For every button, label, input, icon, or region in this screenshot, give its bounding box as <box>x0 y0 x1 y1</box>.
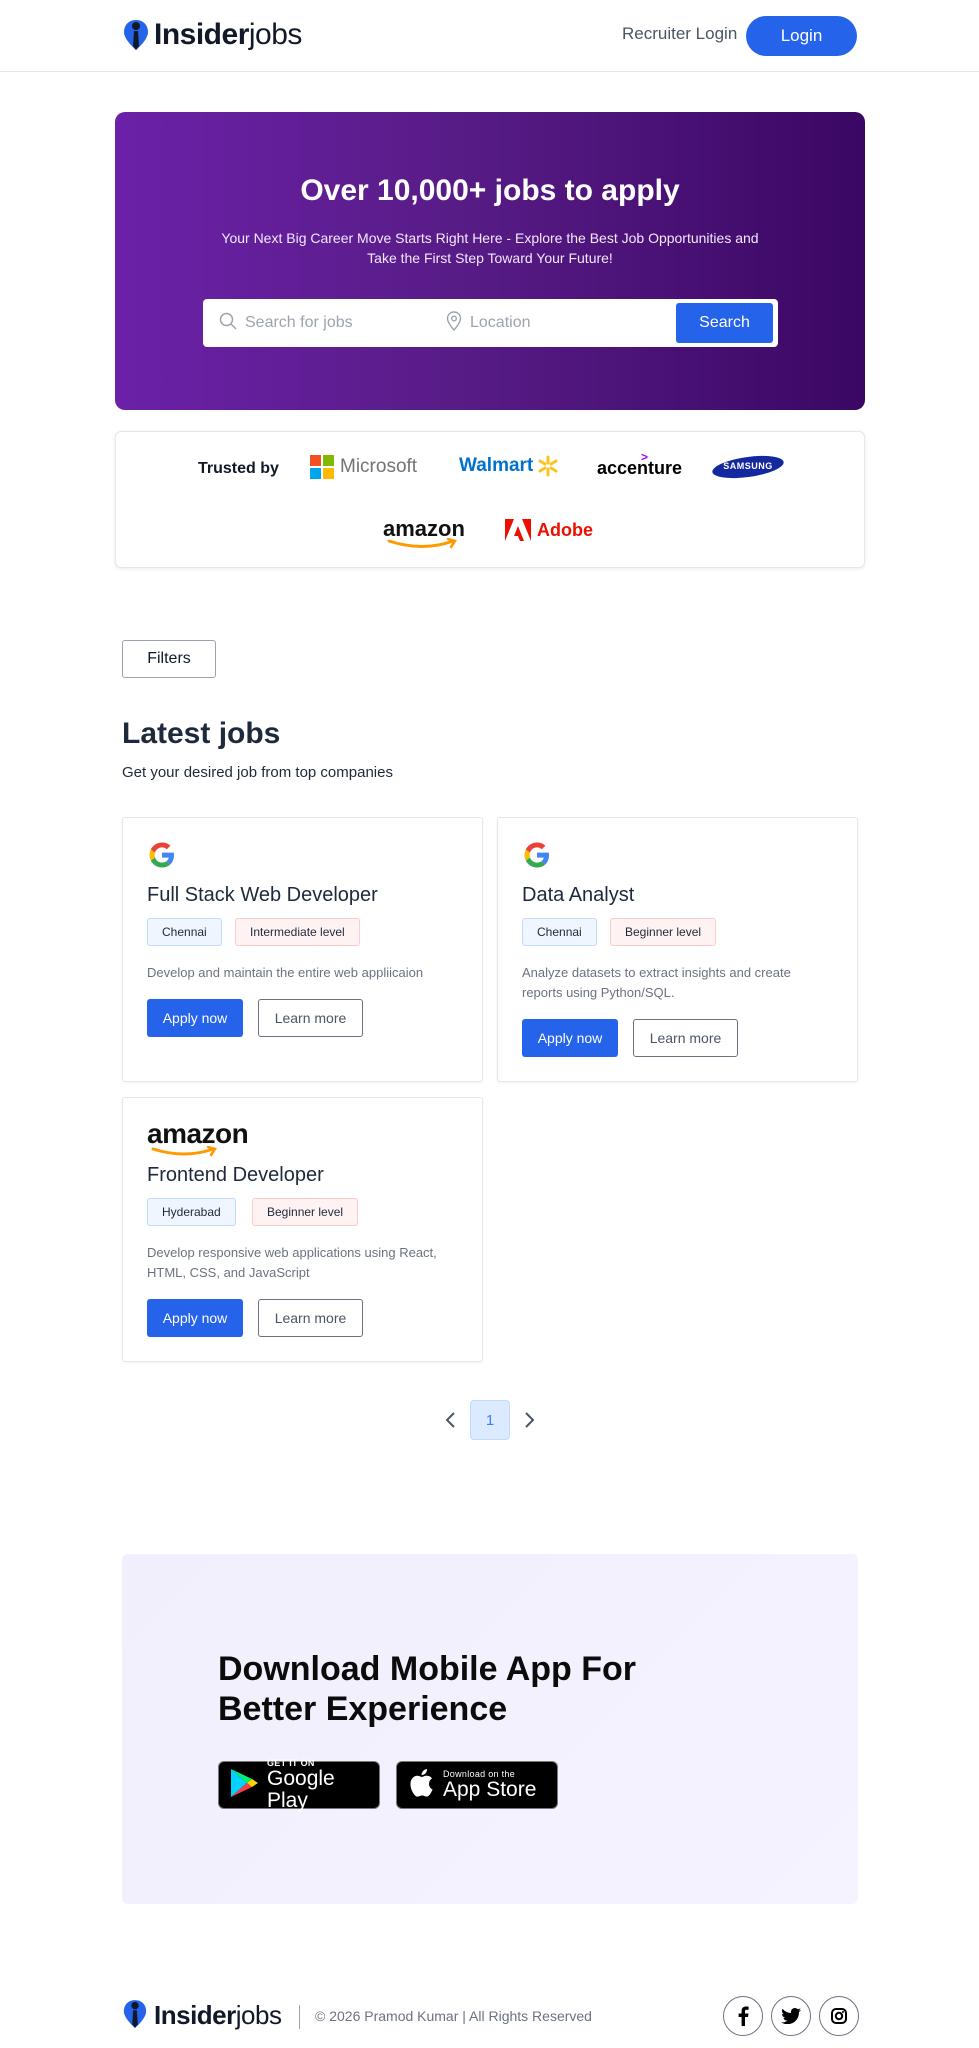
apply-now-button[interactable]: Apply now <box>147 1299 243 1337</box>
google-logo-icon <box>522 840 552 875</box>
search-input[interactable] <box>245 314 425 332</box>
google-play-icon <box>229 1767 259 1804</box>
learn-more-button[interactable]: Learn more <box>258 999 363 1037</box>
copyright-text: © 2026 Pramod Kumar | All Rights Reserve… <box>315 2008 592 2024</box>
hero-subtitle: Your Next Big Career Move Starts Right H… <box>221 230 759 266</box>
logo-light-text: jobs <box>235 2000 282 2030</box>
location-tag: Chennai <box>522 918 597 946</box>
level-tag: Beginner level <box>252 1198 359 1226</box>
search-icon <box>219 312 237 335</box>
facebook-icon[interactable] <box>723 1996 763 2036</box>
trusted-by-label: Trusted by <box>198 460 279 477</box>
footer-logo[interactable]: Insiderjobs <box>122 1998 282 2032</box>
location-search-field <box>446 299 650 347</box>
filters-button[interactable]: Filters <box>122 640 216 678</box>
app-download-banner: Download Mobile App For Better Experienc… <box>122 1554 858 1904</box>
job-search-field <box>219 299 425 347</box>
app-store-button[interactable]: Download on the App Store <box>396 1761 558 1809</box>
google-logo-icon <box>147 840 177 875</box>
page-number[interactable]: 1 <box>470 1400 510 1440</box>
logo-light-text: jobs <box>248 18 303 51</box>
job-title: Full Stack Web Developer <box>147 884 378 906</box>
chevron-right-icon[interactable] <box>518 1400 540 1440</box>
twitter-icon[interactable] <box>771 1996 811 2036</box>
search-bar: Search <box>203 299 778 347</box>
location-tag: Hyderabad <box>147 1198 236 1226</box>
level-tag: Beginner level <box>610 918 717 946</box>
latest-jobs-title: Latest jobs <box>122 717 281 750</box>
walmart-logo: Walmart <box>459 455 559 477</box>
job-card: Full Stack Web Developer Chennai Interme… <box>122 817 483 1082</box>
job-card: amazon Frontend Developer Hyderabad Begi… <box>122 1097 483 1362</box>
microsoft-logo: Microsoft <box>310 455 417 479</box>
learn-more-button[interactable]: Learn more <box>633 1019 738 1057</box>
samsung-logo: SAMSUNG <box>711 455 785 479</box>
accenture-logo: accenture > <box>597 450 683 478</box>
location-input[interactable] <box>470 314 650 332</box>
google-play-big-text: Google Play <box>267 1767 335 1812</box>
google-play-button[interactable]: GET IT ON Google Play <box>218 1758 380 1812</box>
chevron-left-icon[interactable] <box>440 1400 462 1440</box>
pagination: 1 <box>440 1400 540 1440</box>
app-store-big-text: App Store <box>443 1778 537 1801</box>
job-card: Data Analyst Chennai Beginner level Anal… <box>497 817 858 1082</box>
job-title: Data Analyst <box>522 884 635 906</box>
job-description: Develop responsive web applications usin… <box>147 1245 437 1280</box>
job-description: Develop and maintain the entire web appl… <box>147 965 424 980</box>
job-title: Frontend Developer <box>147 1164 324 1186</box>
amazon-logo-icon: amazon <box>147 1118 249 1157</box>
trusted-by-section: Trusted by Microsoft Walmart accenture >… <box>115 431 865 568</box>
amazon-logo: amazon <box>383 516 465 549</box>
footer-divider <box>299 2005 300 2029</box>
login-button[interactable]: Login <box>746 16 857 56</box>
logo-bold-text: Insider <box>154 18 249 51</box>
latest-jobs-subtitle: Get your desired job from top companies <box>122 764 393 781</box>
level-tag: Intermediate level <box>235 918 360 946</box>
logo-bold-text: Insider <box>154 2000 236 2030</box>
hero-banner: Over 10,000+ jobs to apply Your Next Big… <box>115 112 865 410</box>
adobe-logo: Adobe <box>505 519 593 541</box>
job-description: Analyze datasets to extract insights and… <box>522 965 791 1000</box>
person-pin-icon <box>122 1998 150 2032</box>
hero-title: Over 10,000+ jobs to apply <box>300 174 680 207</box>
apply-now-button[interactable]: Apply now <box>522 1019 618 1057</box>
apple-icon <box>407 1767 435 1804</box>
app-banner-title: Download Mobile App For Better Experienc… <box>218 1650 637 1728</box>
person-pin-icon <box>122 18 150 52</box>
learn-more-button[interactable]: Learn more <box>258 1299 363 1337</box>
search-button[interactable]: Search <box>676 303 773 343</box>
location-tag: Chennai <box>147 918 222 946</box>
recruiter-login-link[interactable]: Recruiter Login <box>622 24 737 44</box>
instagram-icon[interactable] <box>819 1996 859 2036</box>
apply-now-button[interactable]: Apply now <box>147 999 243 1037</box>
location-pin-icon <box>446 310 462 336</box>
site-header: Insiderjobs Recruiter Login Login <box>0 0 979 72</box>
site-logo[interactable]: Insiderjobs <box>122 18 302 52</box>
